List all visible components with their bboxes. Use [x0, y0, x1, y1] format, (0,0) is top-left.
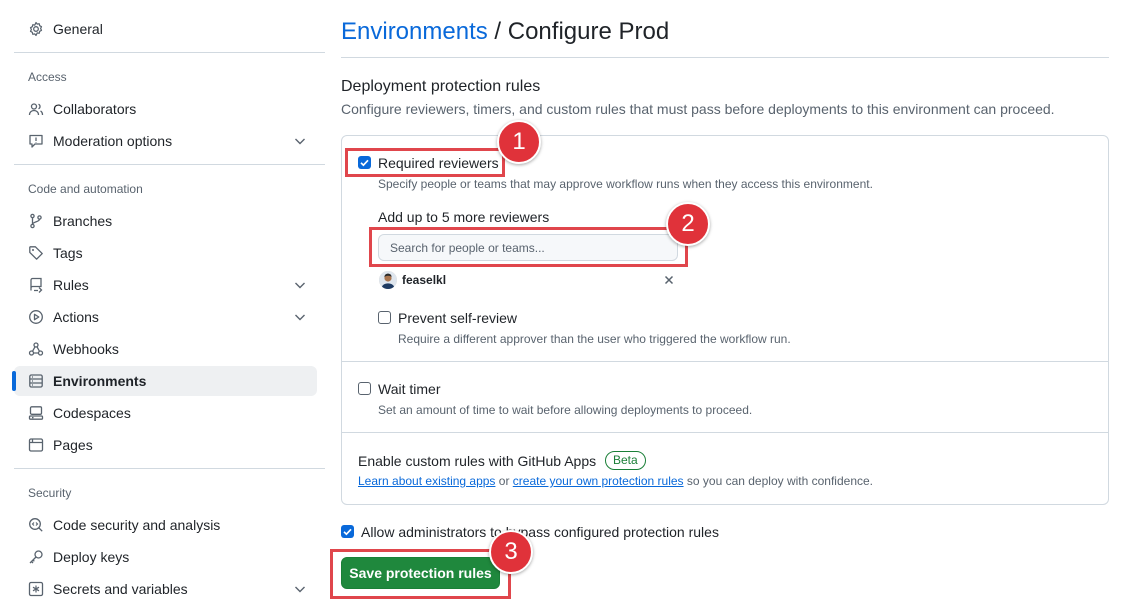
custom-rules-rest: so you can deploy with confidence. — [683, 474, 873, 488]
sidebar-item-webhooks[interactable]: Webhooks — [14, 334, 317, 364]
annotation-badge-2: 2 — [666, 202, 710, 246]
sidebar-item-rules[interactable]: Rules — [14, 270, 317, 300]
prevent-self-review-label[interactable]: Prevent self-review — [398, 310, 517, 326]
required-reviewers-note: Specify people or teams that may approve… — [378, 177, 873, 191]
play-icon — [28, 309, 44, 325]
sidebar-heading-code: Code and automation — [28, 182, 143, 196]
page-title: Environments / Configure Prod — [341, 18, 669, 46]
codespaces-icon — [28, 405, 44, 421]
report-icon — [28, 133, 44, 149]
key-icon — [28, 549, 44, 565]
annotation-highlight-1 — [345, 148, 505, 177]
sidebar-item-label: Secrets and variables — [53, 581, 188, 597]
custom-rules-or: or — [495, 474, 513, 488]
prevent-self-review-checkbox[interactable] — [378, 311, 391, 324]
reviewer-name: feaselkl — [402, 273, 447, 287]
sidebar-heading-security: Security — [28, 486, 72, 500]
breadcrumb-separator: / — [494, 18, 502, 45]
sidebar-item-collaborators[interactable]: Collaborators — [14, 94, 317, 124]
sidebar-item-code-security[interactable]: Code security and analysis — [14, 510, 317, 540]
sidebar-divider — [14, 52, 325, 53]
settings-sidebar: General Access Collaborators Moderation … — [12, 0, 325, 609]
close-icon[interactable] — [662, 273, 676, 287]
sidebar-item-label: Tags — [53, 245, 83, 261]
sidebar-item-pages[interactable]: Pages — [14, 430, 317, 460]
sidebar-item-label: Pages — [53, 437, 93, 453]
sidebar-item-label: Rules — [53, 277, 89, 293]
sidebar-item-codespaces[interactable]: Codespaces — [14, 398, 317, 428]
asterisk-icon — [28, 581, 44, 597]
admin-bypass-label[interactable]: Allow administrators to bypass configure… — [361, 524, 719, 540]
title-divider — [341, 57, 1109, 58]
webhook-icon — [28, 341, 44, 357]
wait-timer-note: Set an amount of time to wait before all… — [378, 403, 753, 417]
sidebar-item-label: Actions — [53, 309, 99, 325]
wait-timer-checkbox[interactable] — [358, 382, 371, 395]
sidebar-item-tags[interactable]: Tags — [14, 238, 317, 268]
create-rules-link[interactable]: create your own protection rules — [513, 474, 684, 488]
sidebar-item-label: Branches — [53, 213, 113, 229]
annotation-highlight-3 — [330, 549, 511, 599]
sidebar-item-deploy-keys[interactable]: Deploy keys — [14, 542, 317, 572]
sidebar-item-label: Moderation options — [53, 133, 173, 149]
sidebar-item-label: Deploy keys — [53, 549, 130, 565]
sidebar-item-label: Webhooks — [53, 341, 119, 357]
sidebar-item-label: General — [53, 21, 103, 37]
chevron-down-icon[interactable] — [293, 582, 307, 596]
add-reviewers-label: Add up to 5 more reviewers — [378, 209, 550, 225]
server-icon — [28, 373, 44, 389]
sidebar-heading-access: Access — [28, 70, 67, 84]
admin-bypass-checkbox[interactable] — [341, 525, 354, 538]
sidebar-divider — [14, 164, 325, 165]
annotation-badge-3: 3 — [489, 530, 533, 574]
codescan-icon — [28, 517, 44, 533]
sidebar-item-label: Environments — [53, 373, 147, 389]
section-description: Configure reviewers, timers, and custom … — [341, 101, 1055, 117]
sidebar-divider — [14, 468, 325, 469]
sidebar-item-general[interactable]: General — [14, 14, 317, 44]
annotation-badge-1: 1 — [497, 120, 541, 164]
tag-icon — [28, 245, 44, 261]
wait-timer-label[interactable]: Wait timer — [378, 381, 440, 397]
chevron-down-icon[interactable] — [293, 278, 307, 292]
annotation-highlight-2 — [369, 227, 688, 267]
breadcrumb-environments-link[interactable]: Environments — [341, 18, 488, 45]
custom-rules-note: Learn about existing apps or create your… — [358, 474, 873, 488]
sidebar-item-label: Collaborators — [53, 101, 137, 117]
sidebar-item-environments[interactable]: Environments — [12, 366, 317, 396]
repo-push-icon — [28, 277, 44, 293]
sidebar-item-actions[interactable]: Actions — [14, 302, 317, 332]
beta-badge: Beta — [605, 451, 646, 470]
sidebar-item-label: Code security and analysis — [53, 517, 221, 533]
custom-rules-label: Enable custom rules with GitHub Apps — [358, 453, 597, 469]
section-title: Deployment protection rules — [341, 78, 541, 95]
gear-icon — [28, 21, 44, 37]
learn-apps-link[interactable]: Learn about existing apps — [358, 474, 495, 488]
check-icon — [343, 528, 352, 536]
sidebar-item-label: Codespaces — [53, 405, 131, 421]
avatar — [379, 271, 397, 289]
sidebar-item-secrets[interactable]: Secrets and variables — [14, 574, 317, 604]
browser-icon — [28, 437, 44, 453]
people-icon — [28, 101, 44, 117]
box-divider — [342, 361, 1108, 362]
prevent-self-review-note: Require a different approver than the us… — [398, 332, 791, 346]
chevron-down-icon[interactable] — [293, 310, 307, 324]
chevron-down-icon[interactable] — [293, 134, 307, 148]
sidebar-item-branches[interactable]: Branches — [14, 206, 317, 236]
breadcrumb-current: Configure Prod — [507, 18, 670, 45]
box-divider — [342, 432, 1108, 433]
sidebar-item-moderation[interactable]: Moderation options — [14, 126, 317, 156]
branch-icon — [28, 213, 44, 229]
